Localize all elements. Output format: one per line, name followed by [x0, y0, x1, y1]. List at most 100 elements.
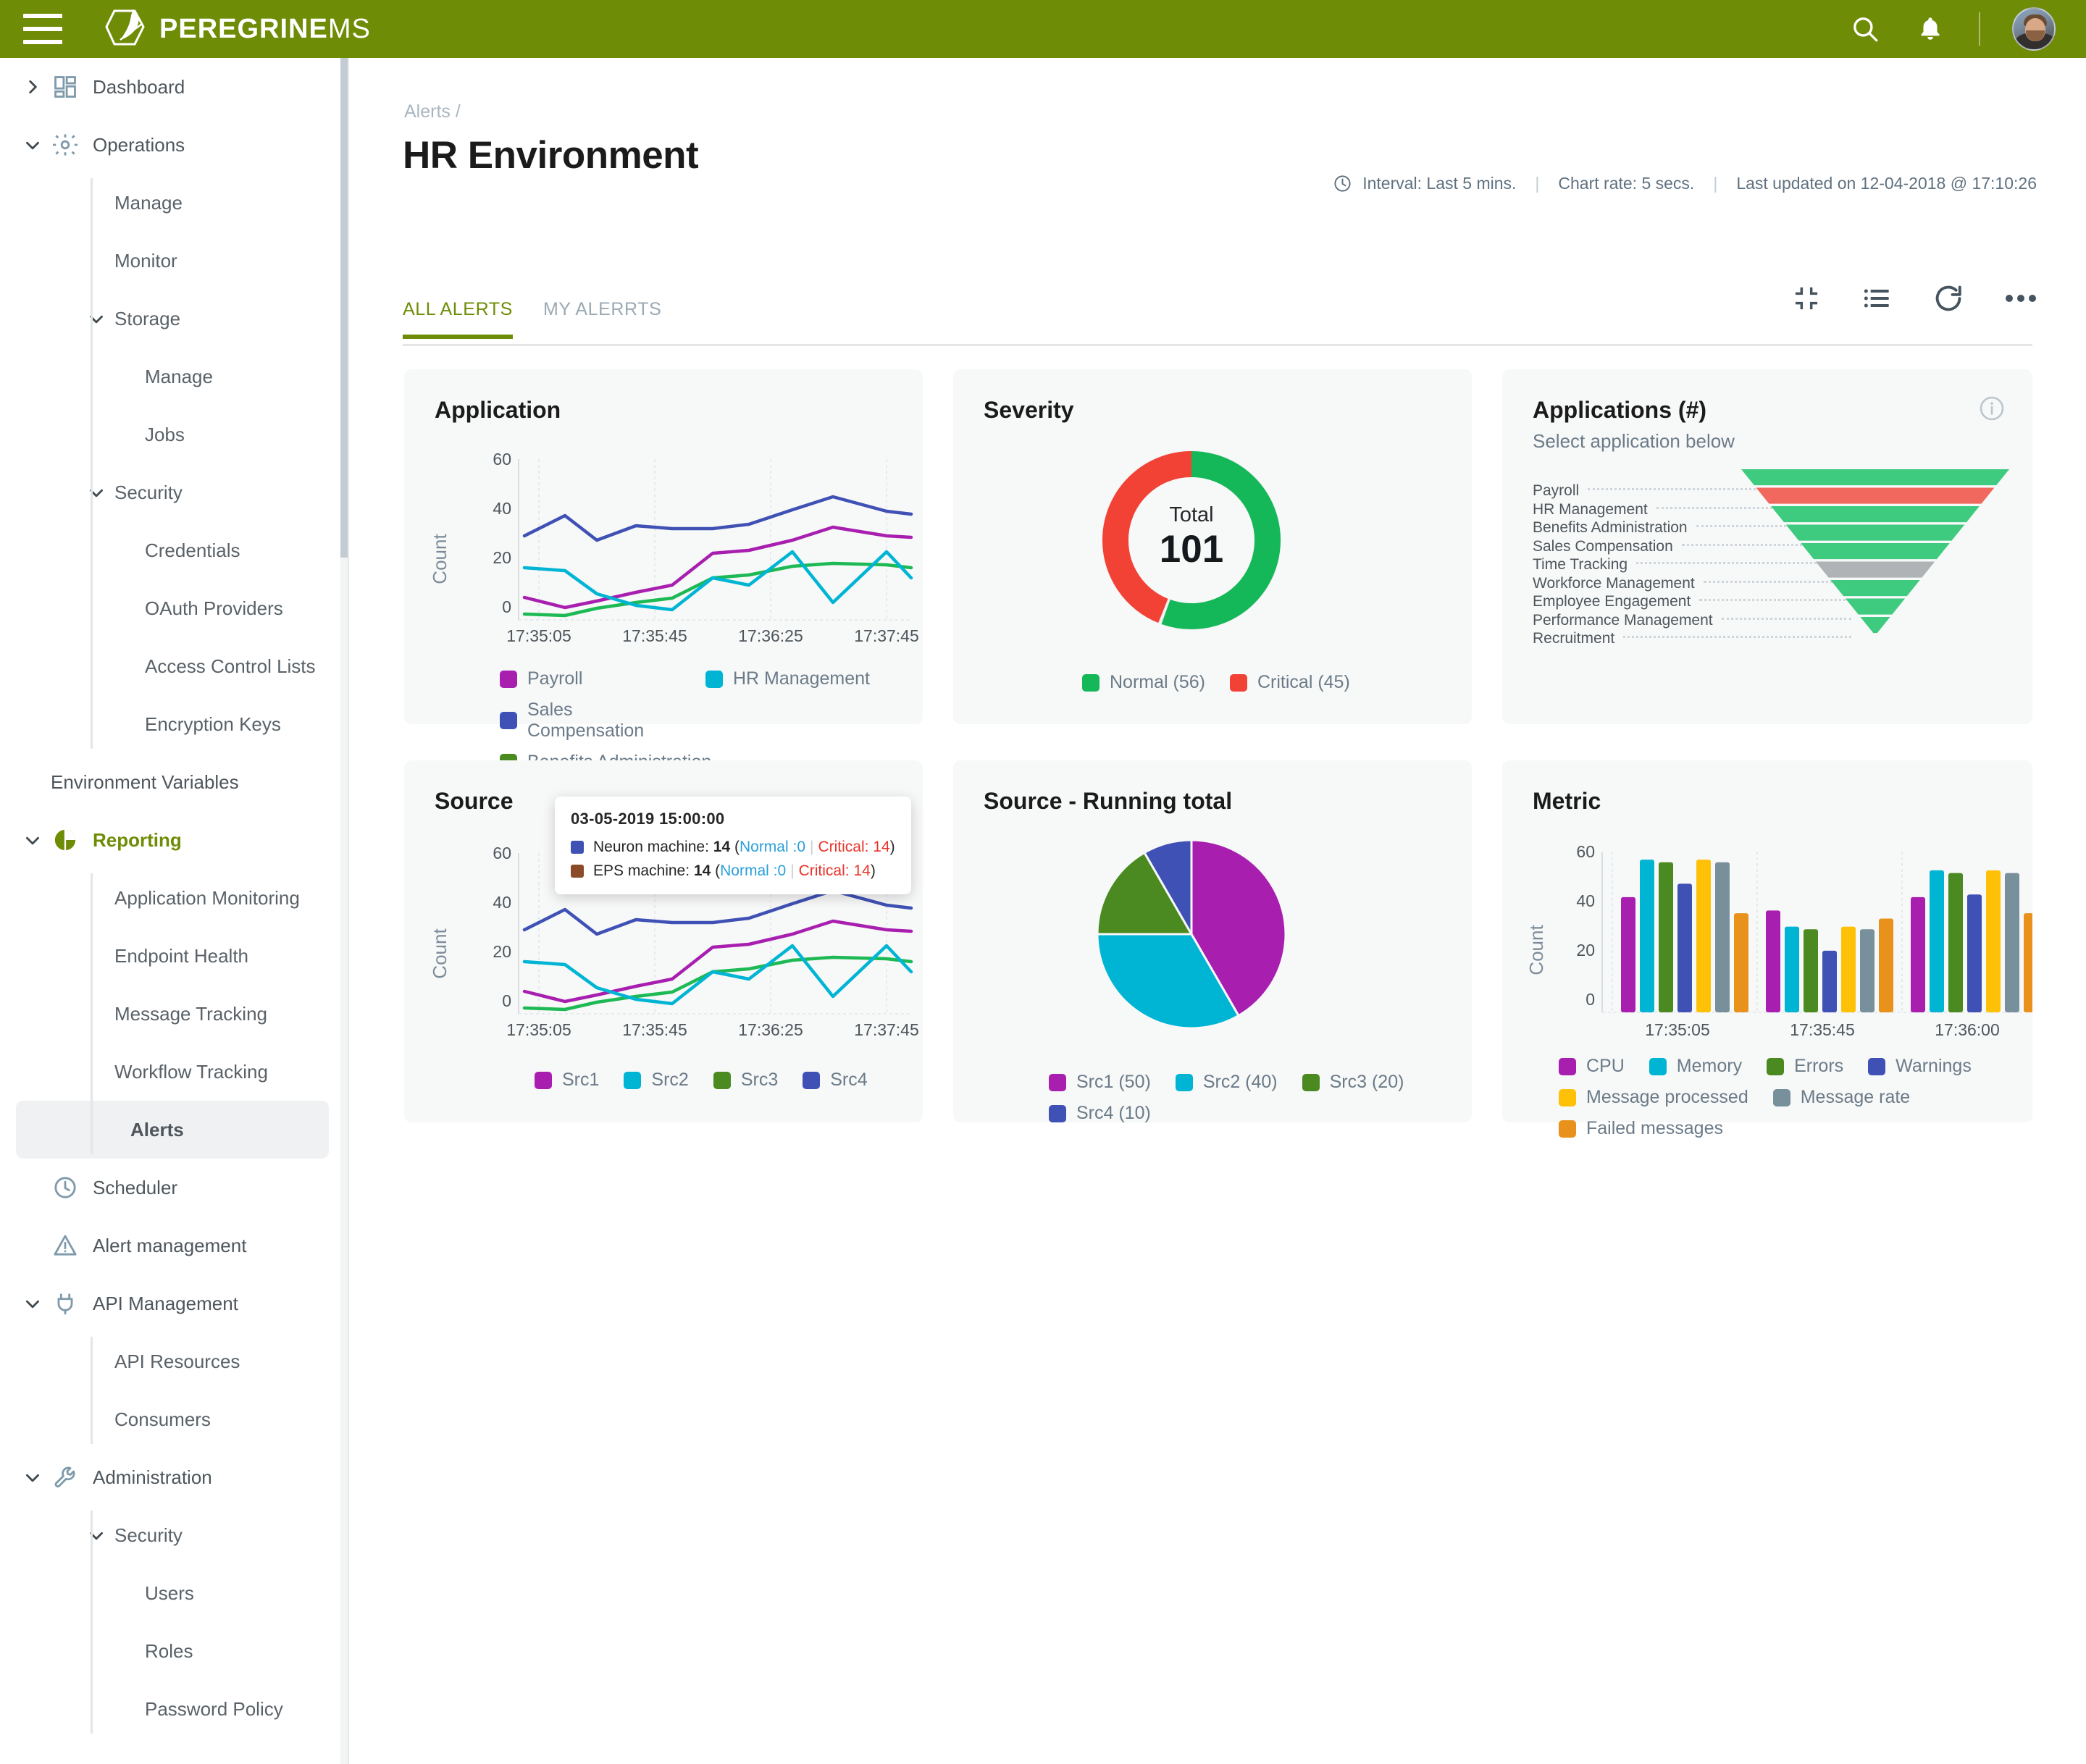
legend-item-src1-total[interactable]: Src1 (50) — [1049, 1072, 1151, 1093]
list-view-icon[interactable] — [1861, 284, 1892, 313]
sidebar-item-workflow-tracking[interactable]: Workflow Tracking — [0, 1043, 348, 1101]
metric-bar[interactable] — [1841, 926, 1856, 1012]
chevron-down-icon[interactable] — [85, 483, 107, 502]
sidebar-item-environment-variables[interactable]: Environment Variables — [0, 753, 348, 811]
sidebar-item-monitor[interactable]: Monitor — [0, 232, 348, 290]
sidebar-item-credentials[interactable]: Credentials — [0, 521, 348, 579]
metric-bar[interactable] — [1967, 894, 1982, 1012]
legend-item-critical[interactable]: Critical (45) — [1229, 672, 1350, 693]
sidebar-item-jobs[interactable]: Jobs — [0, 406, 348, 463]
metric-bar[interactable] — [1860, 929, 1875, 1012]
legend-item-src4-total[interactable]: Src4 (10) — [1049, 1103, 1151, 1124]
legend-item-src3-total[interactable]: Src3 (20) — [1302, 1072, 1404, 1093]
tab-my-alerts[interactable]: MY ALERRTS — [543, 299, 661, 337]
metric-bar[interactable] — [1785, 926, 1799, 1012]
legend-item-payroll[interactable]: Payroll — [500, 668, 681, 689]
metric-bar[interactable] — [1804, 929, 1818, 1012]
sidebar-item-users[interactable]: Users — [0, 1564, 348, 1622]
sidebar-item-alerts[interactable]: Alerts — [16, 1101, 329, 1159]
chevron-down-icon[interactable] — [22, 1468, 43, 1487]
legend-item-src2[interactable]: Src2 — [624, 1070, 689, 1091]
funnel-segment[interactable] — [1785, 524, 1965, 541]
hamburger-menu-icon[interactable] — [23, 14, 62, 44]
chevron-down-icon[interactable] — [22, 135, 43, 154]
metric-bar[interactable] — [1715, 862, 1730, 1012]
legend-item-errors[interactable]: Errors — [1767, 1056, 1843, 1077]
search-icon[interactable] — [1848, 12, 1882, 46]
legend-item-hr-management[interactable]: HR Management — [705, 668, 870, 689]
metric-bar[interactable] — [1659, 862, 1673, 1012]
metric-bar[interactable] — [1822, 950, 1837, 1012]
legend-item-message-processed[interactable]: Message processed — [1559, 1087, 1748, 1108]
legend-item-src4[interactable]: Src4 — [803, 1070, 868, 1091]
chevron-right-icon[interactable] — [22, 77, 43, 96]
funnel-segment[interactable] — [1830, 580, 1920, 597]
funnel-segment[interactable] — [1771, 506, 1980, 523]
sidebar-item-storage[interactable]: Storage — [0, 290, 348, 348]
sidebar-item-alert-management[interactable]: Alert management — [0, 1217, 348, 1274]
metric-bar[interactable] — [1766, 910, 1780, 1012]
chevron-down-icon[interactable] — [22, 831, 43, 849]
refresh-icon[interactable] — [1932, 282, 1964, 314]
sidebar-item-administration[interactable]: Administration — [0, 1448, 348, 1506]
legend-item-warnings[interactable]: Warnings — [1868, 1056, 1972, 1077]
breadcrumb[interactable]: Alerts / — [404, 101, 461, 122]
sidebar-item-encryption-keys[interactable]: Encryption Keys — [0, 695, 348, 753]
metric-bar[interactable] — [1696, 860, 1711, 1012]
tab-all-alerts[interactable]: ALL ALERTS — [403, 299, 513, 339]
funnel-segment[interactable] — [1815, 561, 1935, 578]
sidebar-item-roles[interactable]: Roles — [0, 1622, 348, 1680]
funnel-segment[interactable] — [1860, 617, 1890, 634]
metric-bar[interactable] — [1911, 896, 1925, 1012]
sidebar-item-dashboard[interactable]: Dashboard — [0, 58, 348, 116]
metric-bar[interactable] — [1621, 896, 1635, 1012]
sidebar-item-consumers[interactable]: Consumers — [0, 1390, 348, 1448]
sidebar-item-manage[interactable]: Manage — [0, 174, 348, 232]
sidebar-item-security[interactable]: Security — [0, 463, 348, 521]
chevron-down-icon[interactable] — [85, 309, 107, 328]
funnel-segment[interactable] — [1756, 487, 1995, 504]
sidebar-scrollbar-track[interactable] — [340, 58, 348, 1764]
metric-bar[interactable] — [1879, 918, 1893, 1013]
sidebar-item-scheduler[interactable]: Scheduler — [0, 1159, 348, 1217]
funnel-segment[interactable] — [1845, 598, 1906, 615]
metric-bar[interactable] — [1640, 860, 1654, 1012]
notification-bell-icon[interactable] — [1914, 12, 1947, 46]
funnel-segment[interactable] — [1801, 543, 1950, 560]
funnel-segment[interactable] — [1741, 469, 2009, 486]
more-options-icon[interactable] — [2005, 293, 2037, 304]
legend-item-failed-messages[interactable]: Failed messages — [1559, 1118, 1723, 1139]
sidebar-item-application-monitoring[interactable]: Application Monitoring — [0, 869, 348, 927]
metric-bar[interactable] — [1930, 870, 1944, 1012]
sidebar-item-manage[interactable]: Manage — [0, 348, 348, 406]
legend-item-memory[interactable]: Memory — [1649, 1056, 1742, 1077]
metric-bar[interactable] — [2024, 913, 2032, 1012]
sidebar-item-security[interactable]: Security — [0, 1506, 348, 1564]
app-logo[interactable]: PEREGRINEMS — [104, 7, 371, 51]
user-avatar[interactable] — [2012, 7, 2056, 51]
metric-bar[interactable] — [1986, 870, 2001, 1012]
metric-bar[interactable] — [1677, 883, 1692, 1012]
sidebar-item-oauth-providers[interactable]: OAuth Providers — [0, 579, 348, 637]
sidebar-item-api-resources[interactable]: API Resources — [0, 1332, 348, 1390]
sidebar-scrollbar-thumb[interactable] — [340, 58, 348, 558]
sidebar-navigation[interactable]: Dashboard Operations Manage Monitor Storage M… — [0, 58, 349, 1764]
chevron-down-icon[interactable] — [85, 1526, 107, 1545]
metric-bar[interactable] — [1948, 873, 1963, 1012]
legend-item-src3[interactable]: Src3 — [713, 1070, 778, 1091]
info-icon[interactable] — [1979, 395, 2005, 425]
sidebar-item-message-tracking[interactable]: Message Tracking — [0, 985, 348, 1043]
sidebar-item-endpoint-health[interactable]: Endpoint Health — [0, 927, 348, 985]
metric-bar[interactable] — [1734, 913, 1748, 1012]
sidebar-item-access-control-lists[interactable]: Access Control Lists — [0, 637, 348, 695]
sidebar-item-api-management[interactable]: API Management — [0, 1274, 348, 1332]
sidebar-item-password-policy[interactable]: Password Policy — [0, 1680, 348, 1738]
chevron-down-icon[interactable] — [22, 1294, 43, 1313]
legend-item-sales-compensation[interactable]: Sales Compensation — [500, 700, 681, 742]
collapse-icon[interactable] — [1792, 284, 1821, 313]
sidebar-item-reporting[interactable]: Reporting — [0, 811, 348, 869]
legend-item-normal[interactable]: Normal (56) — [1082, 672, 1205, 693]
metric-bar[interactable] — [2005, 873, 2019, 1012]
legend-item-src2-total[interactable]: Src2 (40) — [1175, 1072, 1278, 1093]
legend-item-message-rate[interactable]: Message rate — [1772, 1087, 1910, 1108]
